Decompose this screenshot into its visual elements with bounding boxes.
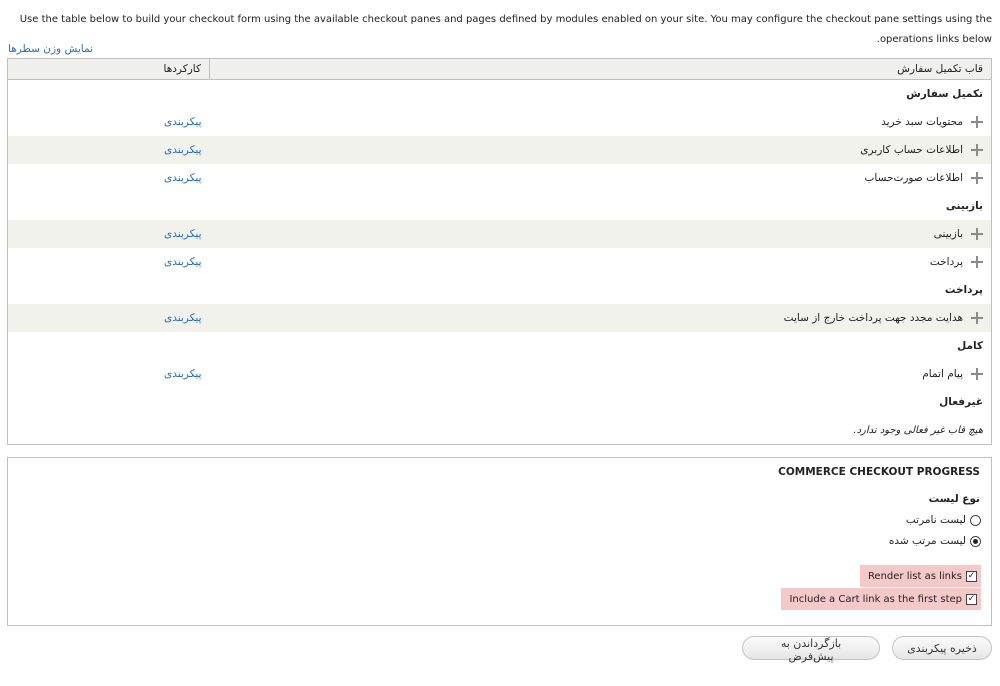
configure-link[interactable]: پیکربندی [164,144,202,156]
region-row: بازبینی [8,192,992,220]
checkbox-checked-icon[interactable]: ✓ [966,593,977,605]
empty-region-message: هیچ قاب غیر فعالی وجود ندارد. [853,424,983,436]
drag-handle-icon[interactable] [971,144,983,156]
radio-label: لیست نامرتب [905,514,966,526]
drag-handle-icon[interactable] [971,256,983,268]
table-row[interactable]: پرداخت پیکربندی [8,248,992,276]
checkout-progress-fieldset: COMMERCE CHECKOUT PROGRESS نوع لیست لیست… [7,457,992,626]
empty-region-row: هیچ قاب غیر فعالی وجود ندارد. [8,416,992,445]
save-configuration-button[interactable]: ذخیره پیکربندی [892,636,992,660]
table-header-row: قاب تکمیل سفارش کارکردها [7,58,992,80]
pane-name: محتویات سبد خرید [881,116,963,128]
pane-name: اطلاعات صورت‌حساب [864,172,963,184]
configure-link[interactable]: پیکربندی [164,256,202,268]
region-row: غیرفعال [8,388,992,416]
region-title: پرداخت [944,284,983,296]
table-row[interactable]: اطلاعات حساب کاربری پیکربندی [7,136,992,164]
table-row[interactable]: اطلاعات صورت‌حساب پیکربندی [8,164,992,192]
configure-link[interactable]: پیکربندی [164,368,202,380]
region-title: کامل [957,340,983,352]
include-cart-link-option[interactable]: ✓ Include a Cart link as the first step [781,588,981,610]
pane-name: اطلاعات حساب کاربری [860,144,963,156]
radio-ordered-list[interactable]: لیست مرتب شده [889,533,981,549]
radio-unordered-list[interactable]: لیست نامرتب [906,512,981,528]
drag-handle-icon[interactable] [971,116,983,128]
reset-to-defaults-button[interactable]: بازگرداندن به پیش‌فرض [742,636,880,663]
pane-name: پیام اتمام [922,368,963,380]
pane-column-header: قاب تکمیل سفارش [209,58,992,80]
region-row: کامل [8,332,992,360]
drag-handle-icon[interactable] [971,368,983,380]
configure-link[interactable]: پیکربندی [164,116,202,128]
configure-link[interactable]: پیکربندی [164,228,202,240]
table-row[interactable]: پیام اتمام پیکربندی [8,360,992,388]
region-title: تکمیل سفارش [906,88,983,100]
pane-name: هدایت مجدد جهت پرداخت خارج از سایت [783,312,963,324]
region-title: بازبینی [945,200,983,212]
region-title: غیرفعال [939,396,983,408]
table-row[interactable]: بازبینی پیکربندی [7,220,992,248]
configure-link[interactable]: پیکربندی [164,312,202,324]
radio-unchecked-icon[interactable] [970,514,981,526]
pane-name: بازبینی [933,228,963,240]
configure-link[interactable]: پیکربندی [164,172,202,184]
fieldset-legend: COMMERCE CHECKOUT PROGRESS [778,466,980,478]
checkbox-checked-icon[interactable]: ✓ [966,570,977,582]
radio-checked-icon[interactable] [970,535,981,547]
table-row[interactable]: هدایت مجدد جهت پرداخت خارج از سایت پیکرب… [7,304,992,332]
checkbox-label: Render list as links [867,570,962,582]
radio-label: لیست مرتب شده [888,535,966,547]
region-row: تکمیل سفارش [8,80,992,109]
page-description: Use the table below to build your checko… [19,14,992,45]
list-type-label: نوع لیست [928,493,980,505]
checkout-panes-table: قاب تکمیل سفارش کارکردها تکمیل سفارش محت… [7,58,992,445]
region-row: پرداخت [8,276,992,304]
render-list-as-links-option[interactable]: ✓ Render list as links [859,565,981,587]
drag-handle-icon[interactable] [971,172,983,184]
drag-handle-icon[interactable] [971,312,983,324]
operations-column-header: کارکردها [7,58,210,80]
pane-name: پرداخت [929,256,963,268]
show-row-weights-link[interactable]: نمایش وزن سطرها [8,43,93,55]
table-row[interactable]: محتویات سبد خرید پیکربندی [8,108,992,136]
drag-handle-icon[interactable] [971,228,983,240]
checkbox-label: Include a Cart link as the first step [789,593,962,605]
